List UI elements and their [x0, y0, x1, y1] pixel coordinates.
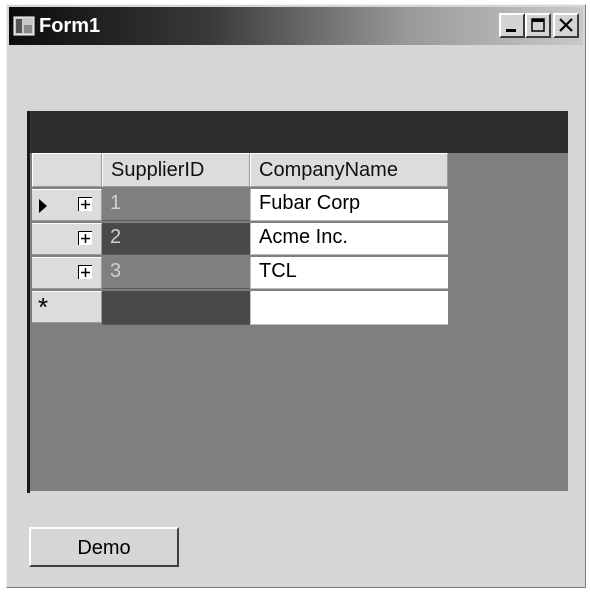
demo-button[interactable]: Demo: [29, 527, 179, 567]
close-icon: [559, 18, 573, 32]
row-header[interactable]: [32, 223, 102, 255]
row-header[interactable]: [32, 189, 102, 221]
companyname-cell[interactable]: TCL: [250, 257, 448, 289]
grid-corner-header[interactable]: [32, 153, 102, 187]
new-row-header[interactable]: *: [32, 291, 102, 323]
grid-border: [27, 111, 30, 493]
supplierid-cell[interactable]: 1: [102, 189, 250, 221]
plus-box-icon[interactable]: [78, 197, 92, 211]
column-header-supplierid[interactable]: SupplierID: [102, 153, 250, 187]
plus-box-icon[interactable]: [78, 265, 92, 279]
column-header-companyname[interactable]: CompanyName: [250, 153, 448, 187]
supplierid-cell[interactable]: 3: [102, 257, 250, 289]
minimize-icon: [506, 29, 516, 32]
new-companyname-cell[interactable]: [250, 291, 448, 325]
supplierid-cell[interactable]: 2: [102, 223, 250, 255]
new-supplierid-cell[interactable]: [102, 291, 250, 325]
title-bar[interactable]: Form1: [9, 7, 583, 45]
grid-caption-bar: [29, 111, 568, 153]
companyname-cell[interactable]: Acme Inc.: [250, 223, 448, 255]
window-title: Form1: [39, 15, 101, 37]
minimize-button[interactable]: [499, 13, 525, 38]
form-window: Form1 SupplierID CompanyName 1 Fubar Cor…: [6, 4, 586, 588]
plus-box-icon[interactable]: [78, 231, 92, 245]
close-button[interactable]: [553, 13, 579, 38]
maximize-button[interactable]: [525, 13, 551, 38]
current-row-icon: [39, 199, 47, 213]
new-row-asterisk-icon: *: [38, 292, 49, 322]
companyname-cell[interactable]: Fubar Corp: [250, 189, 448, 221]
row-header[interactable]: [32, 257, 102, 289]
maximize-icon: [531, 18, 545, 32]
form-window-icon: [13, 16, 35, 36]
